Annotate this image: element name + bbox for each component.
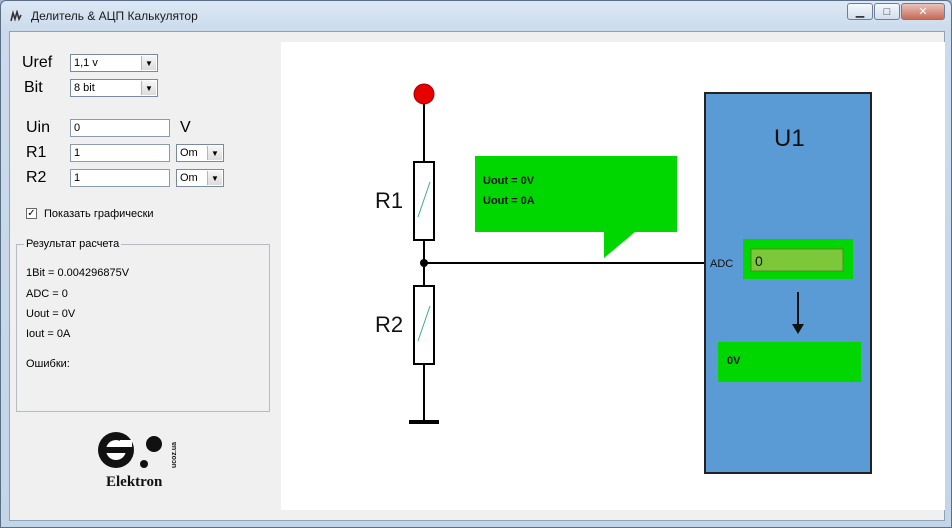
bit-select[interactable]: 8 bit ▼ xyxy=(70,79,158,97)
r1-input[interactable]: 1 xyxy=(70,144,170,162)
chevron-down-icon: ▼ xyxy=(141,81,156,95)
elektron-logo: ucoz.ua Elektron xyxy=(98,432,178,490)
uin-unit: V xyxy=(180,119,191,136)
r2-unit-value: Om xyxy=(180,172,198,184)
window-title: Делитель & АЦП Калькулятор xyxy=(31,9,198,23)
app-window: Делитель & АЦП Калькулятор ▁ □ ✕ Uref 1,… xyxy=(0,0,952,528)
result-uout: Uout = 0V xyxy=(26,308,76,320)
uin-input[interactable]: 0 xyxy=(70,119,170,137)
uref-label: Uref xyxy=(22,54,53,71)
circuit-diagram: R1 R2 Uout = 0V Uout = 0A U1 ADC 0 0V xyxy=(375,83,872,474)
app-icon xyxy=(10,10,22,22)
r1-diagram-label: R1 xyxy=(375,188,403,213)
minimize-button[interactable]: ▁ xyxy=(847,3,873,20)
output-bubble xyxy=(475,156,677,258)
r1-label: R1 xyxy=(26,144,47,161)
show-graph-label: Показать графически xyxy=(44,208,154,220)
maximize-button[interactable]: □ xyxy=(874,3,900,20)
adc-pin-label: ADC xyxy=(710,258,733,270)
adc-value-box xyxy=(750,248,844,272)
chevron-down-icon: ▼ xyxy=(141,56,156,70)
chevron-down-icon: ▼ xyxy=(207,171,222,185)
adc-value: 0 xyxy=(755,253,763,269)
r1-unit-select[interactable]: Om ▼ xyxy=(176,144,224,162)
r1-unit-value: Om xyxy=(180,147,198,159)
r2-input[interactable]: 1 xyxy=(70,169,170,187)
bit-value: 8 bit xyxy=(74,82,95,94)
voltage-source-node xyxy=(413,83,435,105)
uref-select[interactable]: 1,1 v ▼ xyxy=(70,54,158,72)
uin-label: Uin xyxy=(26,119,51,136)
chevron-down-icon: ▼ xyxy=(207,146,222,160)
uref-value: 1,1 v xyxy=(74,57,98,69)
client-area: Uref 1,1 v ▼ Bit 8 bit ▼ Uin 0 V R1 1 Om… xyxy=(9,31,945,521)
logo-dot xyxy=(146,436,162,452)
bit-label: Bit xyxy=(24,79,43,96)
close-button[interactable]: ✕ xyxy=(901,3,945,20)
results-title: Результат расчета xyxy=(24,238,122,250)
diagram-canvas: R1 R2 Uout = 0V Uout = 0A U1 ADC 0 0V xyxy=(281,42,945,510)
bubble-iout: Uout = 0A xyxy=(483,195,535,207)
title-bar: Делитель & АЦП Калькулятор ▁ □ ✕ xyxy=(1,1,951,31)
chip-label: U1 xyxy=(774,125,805,152)
logo-site: ucoz.ua xyxy=(171,442,178,468)
result-iout: Iout = 0A xyxy=(26,328,71,340)
output-value: 0V xyxy=(727,355,741,367)
result-errors: Ошибки: xyxy=(26,358,70,370)
result-bit: 1Bit = 0.004296875V xyxy=(26,267,130,279)
r2-diagram-label: R2 xyxy=(375,312,403,337)
r2-unit-select[interactable]: Om ▼ xyxy=(176,169,224,187)
junction-node xyxy=(420,259,428,267)
bubble-uout: Uout = 0V xyxy=(483,175,535,187)
logo-name: Elektron xyxy=(106,474,163,490)
result-adc: ADC = 0 xyxy=(26,288,68,300)
show-graph-checkbox[interactable]: ✓ xyxy=(26,208,37,219)
r2-label: R2 xyxy=(26,169,47,186)
